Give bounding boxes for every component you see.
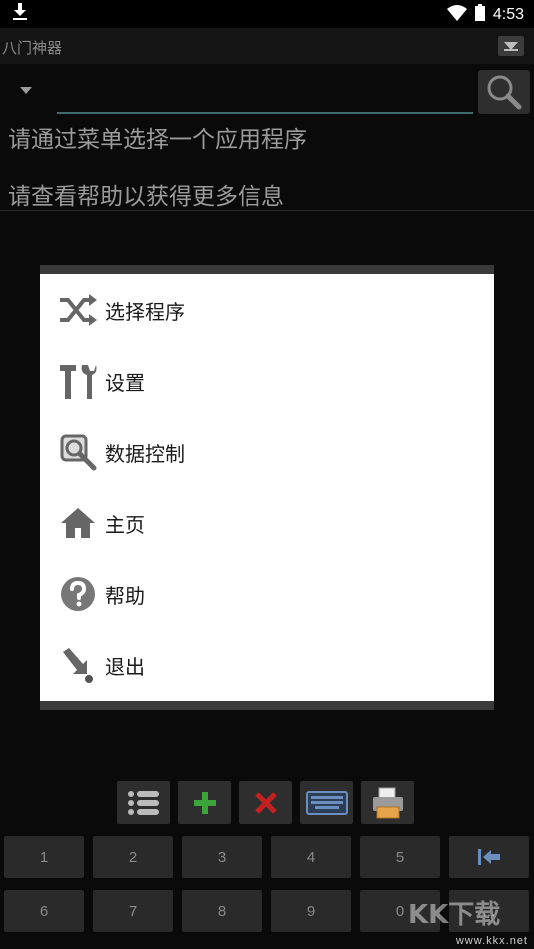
keyboard-icon [305,790,348,815]
download-icon [12,3,28,25]
key-3[interactable]: 3 [182,836,262,878]
list-button[interactable] [117,781,170,824]
data-search-icon [58,432,98,472]
title-bar: 八门神器 [0,28,534,64]
menu-label: 主页 [105,513,145,537]
divider [0,210,534,211]
menu-label: 选择程序 [105,300,185,324]
options-menu: 选择程序 设置 数据控制 主页 帮助 退出 [40,274,494,701]
key-8[interactable]: 8 [182,890,262,932]
home-icon [58,503,98,543]
print-button[interactable] [361,781,414,824]
key-7[interactable]: 7 [93,890,173,932]
list-icon [127,790,159,815]
menu-item-select-program[interactable]: 选择程序 [40,274,494,345]
menu-label: 数据控制 [105,442,185,466]
menu-item-home[interactable]: 主页 [40,487,494,558]
add-icon [193,791,216,814]
battery-icon [474,4,485,25]
watermark-logo-text: KK下载 [408,900,500,930]
backspace-icon [478,849,500,865]
hint-select-app: 请通过菜单选择一个应用程序 [8,127,307,153]
delete-icon [254,791,277,814]
key-6[interactable]: 6 [4,890,84,932]
key-4[interactable]: 4 [271,836,351,878]
menu-label: 设置 [105,371,145,395]
watermark-logo: KK下载 [408,900,500,930]
add-button[interactable] [178,781,231,824]
menu-label: 帮助 [105,584,145,608]
key-2[interactable]: 2 [93,836,173,878]
search-row [0,64,534,118]
backspace-key[interactable] [449,836,529,878]
search-icon [487,75,522,110]
app-title: 八门神器 [2,39,63,57]
shuffle-icon [58,290,98,330]
menu-item-help[interactable]: 帮助 [40,558,494,629]
exit-icon [58,645,98,685]
options-menu-dialog: 选择程序 设置 数据控制 主页 帮助 退出 [40,265,494,710]
search-button[interactable] [478,70,530,114]
menu-item-exit[interactable]: 退出 [40,629,494,700]
tools-icon [58,361,98,401]
chevron-down-icon [504,41,518,51]
menu-item-data-control[interactable]: 数据控制 [40,416,494,487]
help-icon [58,574,98,614]
delete-button[interactable] [239,781,292,824]
overflow-menu-button[interactable] [498,36,524,56]
hint-view-help: 请查看帮助以获得更多信息 [8,184,284,210]
key-5[interactable]: 5 [360,836,440,878]
menu-item-settings[interactable]: 设置 [40,345,494,416]
search-input[interactable] [57,76,473,114]
keyboard-button[interactable] [300,781,353,824]
key-1[interactable]: 1 [4,836,84,878]
spinner-dropdown[interactable] [20,87,32,94]
status-bar: 4:53 [0,0,534,28]
menu-label: 退出 [105,655,145,679]
status-clock: 4:53 [492,5,524,23]
watermark-url: www.kkx.net [455,935,528,947]
key-9[interactable]: 9 [271,890,351,932]
wifi-icon [446,4,467,25]
bottom-toolbar [117,781,414,824]
printer-icon [372,787,403,818]
